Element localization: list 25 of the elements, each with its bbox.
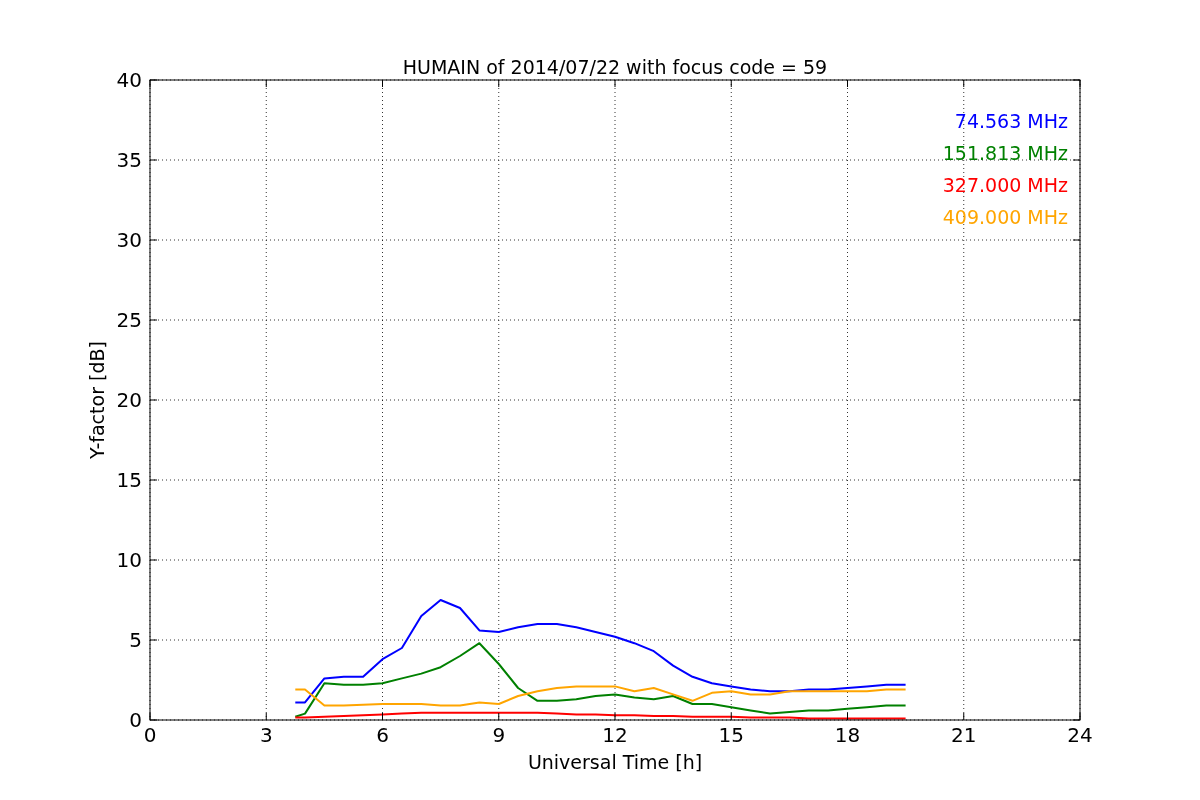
y-tick-label: 0 — [129, 708, 142, 732]
legend-label: 409.000 MHz — [942, 206, 1068, 228]
y-axis-label: Y-factor [dB] — [86, 341, 108, 459]
x-tick-label: 9 — [492, 723, 506, 747]
legend-label: 151.813 MHz — [942, 142, 1068, 164]
x-tick-label: 3 — [259, 723, 273, 747]
x-tick-label: 0 — [143, 723, 157, 747]
y-tick-label: 35 — [116, 148, 142, 172]
y-tick-label: 25 — [116, 308, 142, 332]
x-tick-label: 6 — [376, 723, 389, 747]
y-tick-label: 10 — [116, 548, 142, 572]
y-tick-label: 40 — [116, 68, 142, 92]
x-tick-label: 12 — [602, 723, 628, 747]
legend-label: 327.000 MHz — [942, 174, 1068, 196]
chart-title: HUMAIN of 2014/07/22 with focus code = 59 — [402, 56, 828, 78]
x-axis-label: Universal Time [h] — [527, 751, 703, 773]
y-tick-label: 30 — [116, 228, 142, 252]
y-tick-label: 20 — [116, 388, 142, 412]
y-tick-label: 15 — [116, 468, 142, 492]
x-tick-label: 24 — [1067, 723, 1093, 747]
x-tick-label: 18 — [834, 723, 861, 747]
y-tick-label: 5 — [129, 628, 142, 652]
x-tick-label: 21 — [951, 723, 977, 747]
x-tick-label: 15 — [718, 723, 744, 747]
legend-label: 74.563 MHz — [954, 110, 1068, 132]
